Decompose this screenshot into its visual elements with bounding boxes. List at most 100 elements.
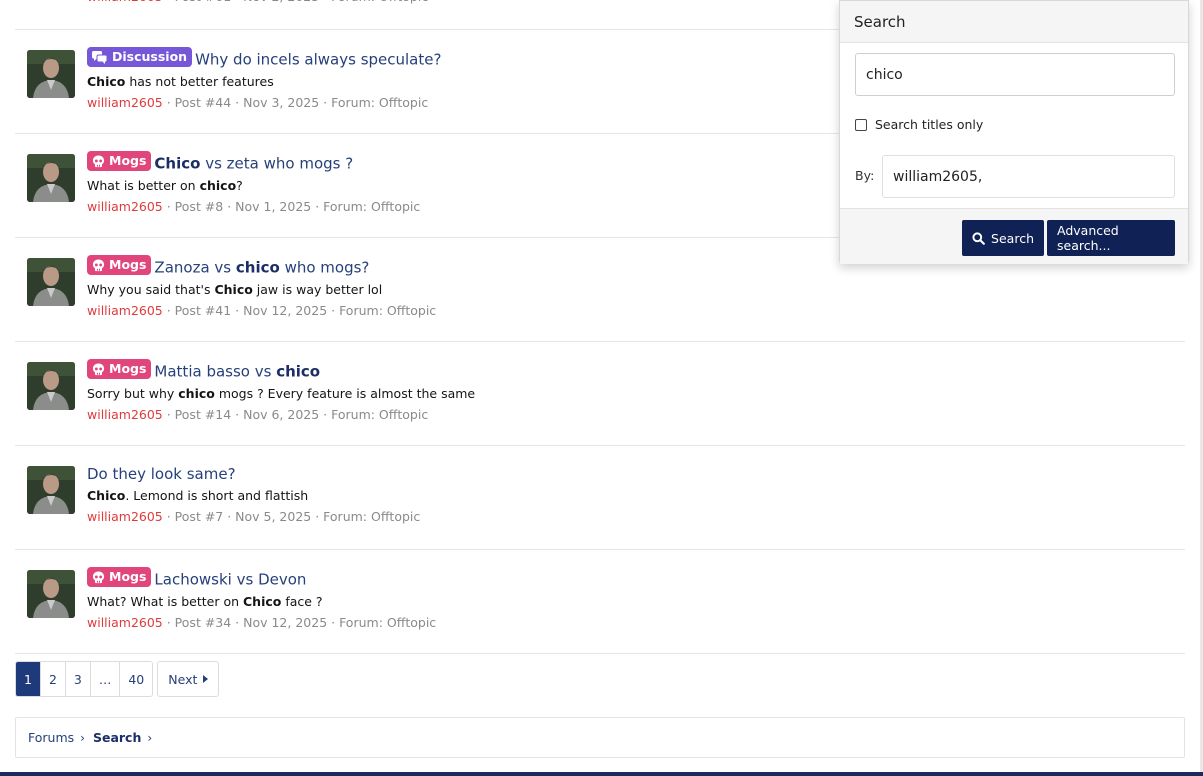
result-body: Do they look same? Chico. Lemond is short… <box>87 463 1185 525</box>
snippet-text: mogs ? Every feature is almost the same <box>214 385 476 401</box>
skull-icon <box>92 362 105 375</box>
breadcrumb-forums[interactable]: Forums › <box>28 730 93 745</box>
titles-only-checkbox[interactable] <box>855 118 867 131</box>
caret-right-icon <box>203 675 209 683</box>
search-result: Mogs Lachowski vs Devon What? What is bett… <box>15 550 1185 654</box>
username-link[interactable]: william2605 <box>87 95 163 110</box>
result-title-link[interactable]: Do they look same? <box>87 465 236 483</box>
breadcrumb: Forums › Search › <box>15 717 1185 758</box>
prefix-label: Mogs <box>109 153 147 168</box>
result-meta: william2605 · Post #41 · Nov 12, 2025 · … <box>87 303 1185 319</box>
thread-prefix-discussion[interactable]: Discussion <box>87 47 193 67</box>
highlight-term: Chico <box>87 488 126 503</box>
titles-only-option[interactable]: Search titles only <box>855 117 983 132</box>
search-button[interactable]: Search <box>962 220 1044 256</box>
avatar[interactable] <box>27 258 75 306</box>
username-link[interactable]: william2605 <box>87 303 163 318</box>
title-text: Why do incels always speculate? <box>195 50 442 69</box>
result-snippet: Chico. Lemond is short and flattish <box>87 488 1185 504</box>
page-link-1[interactable]: 1 <box>16 662 41 696</box>
snippet-text: ? <box>236 177 243 193</box>
avatar-photo-icon <box>27 570 75 618</box>
search-popup-title: Search <box>840 1 1188 43</box>
highlight-term: Chico <box>243 593 282 609</box>
search-popup: Search Search titles only By: Search Adv… <box>839 0 1189 264</box>
result-title-link[interactable]: Why do incels always speculate? <box>195 51 441 69</box>
title-text: Lachowski vs Devon <box>154 570 307 589</box>
snippet-text: has not better features <box>125 73 274 89</box>
search-input[interactable] <box>855 53 1175 96</box>
snippet-text: face ? <box>281 593 323 609</box>
snippet-text: What? What is better on <box>87 593 243 609</box>
breadcrumb-search-label: Search <box>92 730 142 745</box>
next-page-button[interactable]: Next <box>157 661 220 697</box>
thread-prefix-mogs[interactable]: Mogs <box>87 567 152 587</box>
titles-only-label: Search titles only <box>875 117 984 132</box>
search-popup-footer: Search Advanced search... <box>840 208 1188 264</box>
post-meta-text: · Post #7 · Nov 5, 2025 · Forum: Offtopi… <box>162 509 421 524</box>
post-meta-text: · Post #61 · Nov 2, 2025 · Forum: Offtop… <box>163 0 428 4</box>
avatar[interactable] <box>27 362 75 410</box>
result-title-link[interactable]: Mattia basso vs chico <box>154 363 320 381</box>
next-label: Next <box>168 671 198 687</box>
chevron-right-icon: › <box>147 730 153 745</box>
result-title-link[interactable]: Lachowski vs Devon <box>154 571 306 589</box>
result-meta: william2605 · Post #14 · Nov 6, 2025 · F… <box>87 407 1185 423</box>
result-title-line: Do they look same? <box>87 463 1185 485</box>
skull-icon <box>92 570 105 583</box>
chevron-right-icon: › <box>80 730 85 745</box>
footer-bar <box>0 772 1203 776</box>
by-member-input[interactable] <box>882 155 1175 198</box>
prefix-label: Mogs <box>109 569 147 584</box>
result-meta: william2605 · Post #34 · Nov 12, 2025 · … <box>87 615 1185 631</box>
breadcrumb-search[interactable]: Search › <box>93 730 160 745</box>
avatar-photo-icon <box>27 258 75 306</box>
page-link-3[interactable]: 3 <box>65 662 91 696</box>
result-meta: william2605 · Post #7 · Nov 5, 2025 · Fo… <box>87 509 1185 525</box>
title-text: vs zeta who mogs ? <box>200 154 354 173</box>
highlight-term: Chico <box>87 73 126 89</box>
result-snippet: What? What is better on Chico face ? <box>87 594 1185 610</box>
pagination: 1 2 3… 40 Next <box>15 661 220 697</box>
advanced-search-label: Advanced search... <box>1057 223 1119 253</box>
avatar-photo-icon <box>27 362 75 410</box>
thread-prefix-mogs[interactable]: Mogs <box>87 255 152 275</box>
avatar-photo-icon <box>27 154 75 202</box>
skull-icon <box>92 258 105 271</box>
username-link[interactable]: william2605 <box>87 509 163 524</box>
result-title-link[interactable]: Chico vs zeta who mogs ? <box>154 155 353 173</box>
post-meta-text: · Post #34 · Nov 12, 2025 · Forum: Offto… <box>162 614 437 630</box>
result-title-link[interactable]: Zanoza vs chico who mogs? <box>154 259 369 277</box>
page-link-40[interactable]: 40 <box>120 662 153 696</box>
thread-prefix-mogs[interactable]: Mogs <box>87 359 152 379</box>
avatar[interactable] <box>27 154 75 202</box>
post-meta-text: · Post #41 · Nov 12, 2025 · Forum: Offto… <box>162 302 437 318</box>
highlight-term: Chico <box>214 281 253 297</box>
post-meta-text: · Post #14 · Nov 6, 2025 · Forum: Offtop… <box>162 406 429 422</box>
highlight-term: Chico <box>154 154 201 173</box>
username-link[interactable]: william2605 <box>87 0 163 4</box>
result-body: Mogs Mattia basso vs chico Sorry but why c… <box>87 359 1185 423</box>
username-link[interactable]: william2605 <box>87 407 163 422</box>
avatar[interactable] <box>27 50 75 98</box>
post-meta-text: · Post #8 · Nov 1, 2025 · Forum: Offtopi… <box>162 198 421 214</box>
page-nav: 1 2 3… 40 <box>15 661 154 697</box>
breadcrumb-forums-label: Forums <box>28 730 75 745</box>
prefix-label: Mogs <box>109 257 147 272</box>
title-text: Mattia basso vs <box>154 362 277 381</box>
page-ellipsis[interactable]: … <box>90 662 121 696</box>
thread-prefix-mogs[interactable]: Mogs <box>87 151 152 171</box>
advanced-search-button[interactable]: Advanced search... <box>1047 220 1175 256</box>
page-link-2[interactable]: 2 <box>40 662 66 696</box>
username-link[interactable]: william2605 <box>87 615 163 630</box>
username-link[interactable]: william2605 <box>87 199 163 214</box>
search-icon <box>972 231 985 245</box>
search-button-label: Search <box>991 230 1034 246</box>
post-meta-text: · Post #44 · Nov 3, 2025 · Forum: Offtop… <box>162 94 429 110</box>
avatar[interactable] <box>27 466 75 514</box>
result-title-line: Mogs Lachowski vs Devon <box>87 567 1185 591</box>
snippet-text: Sorry but why <box>87 385 179 401</box>
skull-icon <box>92 154 105 167</box>
title-text: Do they look same? <box>87 465 236 483</box>
avatar[interactable] <box>27 570 75 618</box>
